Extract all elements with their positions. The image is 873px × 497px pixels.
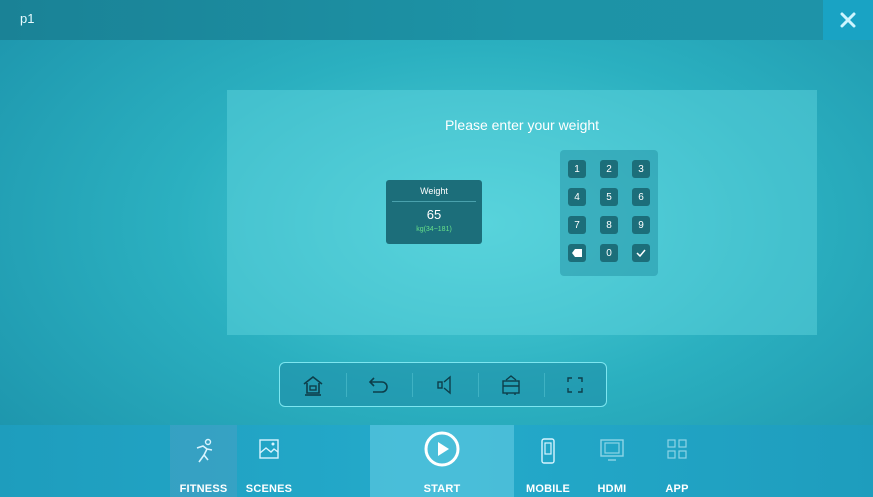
back-button[interactable]: [346, 367, 412, 403]
image-icon: [259, 439, 279, 459]
nav-hdmi-label: HDMI: [597, 483, 627, 495]
nav-fitness[interactable]: FITNESS: [170, 425, 237, 497]
nav-app[interactable]: APP: [652, 425, 702, 497]
close-icon: [840, 12, 856, 28]
monitor-icon: [600, 439, 624, 461]
key-1[interactable]: 1: [568, 160, 586, 178]
dialog-prompt: Please enter your weight: [444, 117, 600, 133]
weight-divider: [392, 201, 476, 202]
nav-hdmi[interactable]: HDMI: [584, 425, 640, 497]
cast-icon: [502, 375, 520, 395]
nav-fitness-label: FITNESS: [179, 483, 228, 495]
cast-button[interactable]: [478, 367, 544, 403]
close-button[interactable]: [823, 0, 873, 40]
weight-range: kg(34~181): [416, 226, 452, 233]
key-5[interactable]: 5: [600, 188, 618, 206]
key-4[interactable]: 4: [568, 188, 586, 206]
nav-start-label: START: [423, 483, 461, 495]
check-icon: [636, 249, 646, 257]
nav-mobile[interactable]: MOBILE: [518, 425, 578, 497]
volume-button[interactable]: [412, 367, 478, 403]
key-confirm[interactable]: [632, 244, 650, 262]
home-icon: [303, 375, 323, 396]
nav-mobile-label: MOBILE: [526, 483, 570, 495]
key-9[interactable]: 9: [632, 216, 650, 234]
runner-icon: [196, 438, 212, 463]
weight-display: Weight 65 kg(34~181): [386, 180, 482, 244]
key-3[interactable]: 3: [632, 160, 650, 178]
control-toolbar: [279, 362, 607, 407]
weight-dialog: Please enter your weight Weight 65 kg(34…: [227, 90, 817, 335]
nav-scenes[interactable]: SCENES: [237, 425, 301, 497]
grid-icon: [667, 439, 687, 459]
backspace-icon: [572, 249, 582, 257]
play-icon: [424, 431, 460, 467]
title-bar: p1: [0, 0, 873, 40]
nav-app-label: APP: [665, 483, 689, 495]
key-0[interactable]: 0: [600, 244, 618, 262]
weight-label: Weight: [420, 186, 448, 196]
numeric-keypad: 1 2 3 4 5 6 7 8 9 0: [560, 150, 658, 276]
nav-scenes-label: SCENES: [245, 483, 293, 495]
fullscreen-icon: [567, 377, 583, 393]
key-8[interactable]: 8: [600, 216, 618, 234]
key-backspace[interactable]: [568, 244, 586, 262]
key-6[interactable]: 6: [632, 188, 650, 206]
key-7[interactable]: 7: [568, 216, 586, 234]
back-icon: [368, 377, 388, 393]
nav-start[interactable]: START: [370, 425, 514, 497]
window-title: p1: [20, 11, 35, 26]
volume-icon: [437, 375, 451, 395]
key-2[interactable]: 2: [600, 160, 618, 178]
weight-value[interactable]: 65: [386, 207, 482, 222]
home-button[interactable]: [280, 367, 346, 403]
bottom-nav: FITNESS SCENES START MOBILE HDMI APP: [0, 425, 873, 497]
fullscreen-button[interactable]: [542, 367, 608, 403]
phone-icon: [541, 438, 555, 464]
